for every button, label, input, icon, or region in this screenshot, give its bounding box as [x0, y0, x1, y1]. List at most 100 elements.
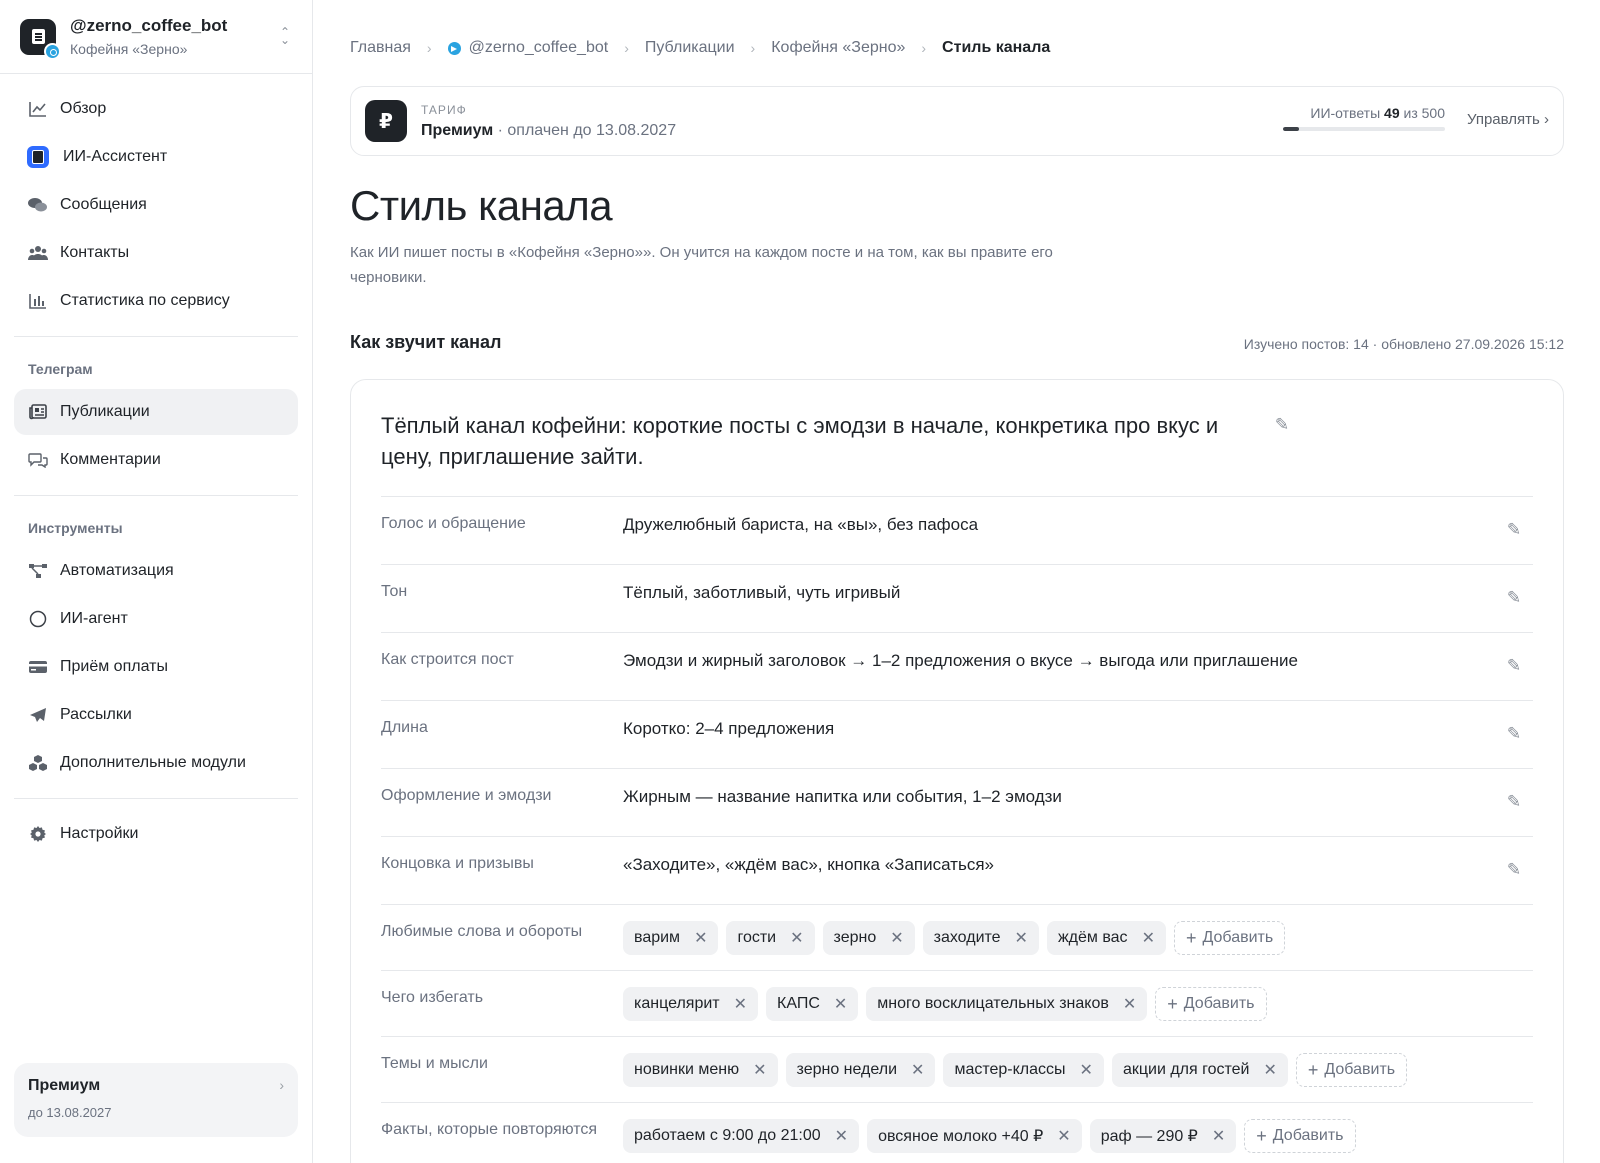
add-tag-button[interactable]: + Добавить [1155, 987, 1267, 1021]
breadcrumb-publications[interactable]: Публикации [645, 39, 735, 57]
close-icon[interactable]: ✕ [753, 1060, 766, 1080]
plan-title: Премиум [28, 1077, 101, 1094]
ai-usage-text: ИИ-ответы 49 из 500 [1283, 105, 1445, 121]
tag-chip[interactable]: работаем с 9:00 до 21:00 ✕ [623, 1119, 860, 1153]
close-icon[interactable]: ✕ [1212, 1126, 1225, 1146]
pencil-icon[interactable]: ✎ [1505, 725, 1523, 743]
sidebar-item-comments[interactable]: Комментарии [14, 437, 298, 483]
divider [14, 495, 298, 496]
sidebar-item-ai-assistant[interactable]: ИИ-Ассистент [14, 134, 298, 180]
tag-list: канцелярит ✕ КАПС ✕ много восклицательных зн… [623, 971, 1267, 1036]
breadcrumb-bot[interactable]: @zerno_coffee_bot [447, 39, 608, 57]
ai-usage-progress-fill [1283, 127, 1299, 131]
tag-label: заходите [933, 929, 1001, 946]
chevron-up-down-icon[interactable]: ⌃ ⌄ [280, 26, 290, 46]
style-row-label: Оформление и эмодзи [381, 787, 552, 804]
sidebar-nav-main: Обзор ИИ-Ассистент Сообщения Контакты Ст… [0, 74, 312, 324]
style-row: Голос и обращение Дружелюбный бариста, на… [381, 497, 1533, 565]
sidebar-item-broadcasts[interactable]: Рассылки [14, 692, 298, 738]
sidebar-item-statistics[interactable]: Статистика по сервису [14, 278, 298, 324]
chevron-right-icon: › [624, 40, 629, 56]
tag-list: новинки меню ✕ зерно недели ✕ мастер-классы ✕… [623, 1037, 1408, 1102]
tag-chip[interactable]: мастер-классы ✕ [943, 1053, 1104, 1087]
tag-chip[interactable]: зерно ✕ [822, 921, 915, 955]
tag-chip[interactable]: раф — 290 ₽ ✕ [1089, 1119, 1237, 1153]
close-icon[interactable]: ✕ [734, 994, 747, 1014]
pencil-icon[interactable]: ✎ [1505, 589, 1523, 607]
tag-chip[interactable]: ждём вас ✕ [1046, 921, 1166, 955]
chevron-right-icon: › [750, 40, 756, 56]
sidebar-item-messages[interactable]: Сообщения [14, 182, 298, 228]
pencil-icon[interactable]: ✎ [1505, 521, 1523, 539]
close-icon[interactable]: ✕ [1263, 1060, 1276, 1080]
close-icon[interactable]: ✕ [694, 928, 707, 948]
tag-chip[interactable]: гости ✕ [726, 921, 815, 955]
style-tag-row: Любимые слова и обороты варим ✕ гости ✕ зерно… [381, 905, 1533, 971]
tag-chip[interactable]: заходите ✕ [922, 921, 1039, 955]
ai-usage-progress [1283, 127, 1445, 131]
sidebar-item-automation[interactable]: Автоматизация [14, 548, 298, 594]
breadcrumb-channel[interactable]: Кофейня «Зерно» [771, 39, 905, 57]
add-tag-label: Добавить [1183, 995, 1255, 1012]
sidebar-section-tools: Инструменты [28, 520, 123, 536]
style-row: Как строится пост Эмодзи и жирный заголов… [381, 633, 1533, 701]
pencil-icon[interactable]: ✎ [1505, 861, 1523, 879]
section-meta: Изучено постов: 14 · обновлено 27.09.202… [1243, 336, 1564, 352]
tag-chip[interactable]: КАПС ✕ [766, 987, 859, 1021]
tag-label: канцелярит [634, 995, 720, 1012]
sidebar-item-ai-agent[interactable]: ИИ-агент [14, 596, 298, 642]
close-icon[interactable]: ✕ [1015, 928, 1028, 948]
chevron-right-icon: › [279, 1077, 284, 1093]
plan-card[interactable]: Премиум до 13.08.2027 › [14, 1063, 298, 1137]
style-row-label: Концовка и призывы [381, 855, 534, 872]
sidebar-item-overview[interactable]: Обзор [14, 86, 298, 132]
plus-icon: + [1167, 993, 1178, 1014]
close-icon[interactable]: ✕ [835, 1126, 848, 1146]
sidebar-item-payments[interactable]: Приём оплаты [14, 644, 298, 690]
pencil-icon[interactable]: ✎ [1273, 416, 1291, 434]
tag-label: овсяное молоко +40 ₽ [878, 1128, 1044, 1145]
tag-chip[interactable]: канцелярит ✕ [623, 987, 759, 1021]
add-tag-button[interactable]: + Добавить [1295, 1053, 1408, 1087]
circle-icon [28, 609, 48, 629]
close-icon[interactable]: ✕ [1142, 928, 1155, 948]
style-row-label: Голос и обращение [381, 515, 526, 532]
tag-chip[interactable]: зерно недели ✕ [785, 1053, 936, 1087]
close-icon[interactable]: ✕ [1123, 994, 1136, 1014]
breadcrumb: Главная › @zerno_coffee_bot › Публикации… [350, 0, 1564, 96]
tag-chip[interactable]: новинки меню ✕ [623, 1053, 778, 1087]
tag-label: зерно недели [796, 1061, 898, 1078]
tag-chip[interactable]: много восклицательных знаков ✕ [866, 987, 1148, 1021]
pencil-icon[interactable]: ✎ [1505, 793, 1523, 811]
add-tag-button[interactable]: + Добавить [1173, 921, 1286, 955]
sidebar-nav-tools: Автоматизация ИИ-агент Приём оплаты Расс… [0, 548, 312, 786]
sidebar-item-label: ИИ-агент [60, 610, 128, 627]
close-icon[interactable]: ✕ [790, 928, 803, 948]
pencil-icon[interactable]: ✎ [1505, 657, 1523, 675]
sidebar-item-contacts[interactable]: Контакты [14, 230, 298, 276]
ai-usage-limit: из 500 [1399, 105, 1445, 121]
close-icon[interactable]: ✕ [911, 1060, 924, 1080]
close-icon[interactable]: ✕ [1057, 1126, 1070, 1146]
close-icon[interactable]: ✕ [834, 994, 847, 1014]
bot-name: @zerno_coffee_bot [70, 16, 228, 35]
tag-chip[interactable]: акции для гостей ✕ [1111, 1053, 1288, 1087]
sidebar-item-settings[interactable]: Настройки [14, 811, 298, 857]
close-icon[interactable]: ✕ [1080, 1060, 1093, 1080]
bot-switcher[interactable]: @zerno_coffee_bot Кофейня «Зерно» ⌃ ⌄ [0, 0, 312, 74]
manage-tariff-link[interactable]: Управлять › [1467, 111, 1549, 128]
ai-usage: ИИ-ответы 49 из 500 [1283, 105, 1445, 131]
breadcrumb-home[interactable]: Главная [350, 39, 411, 57]
tag-chip[interactable]: варим ✕ [623, 921, 719, 955]
style-row-value: Коротко: 2–4 предложения [623, 719, 835, 738]
chat-bubbles-icon [28, 195, 48, 215]
sidebar-item-label: ИИ-Ассистент [63, 148, 168, 165]
breadcrumb-current: Стиль канала [942, 39, 1051, 56]
tag-chip[interactable]: овсяное молоко +40 ₽ ✕ [867, 1119, 1082, 1153]
style-row-label: Темы и мысли [381, 1055, 488, 1072]
sidebar-item-publications[interactable]: Публикации [14, 389, 298, 435]
gear-icon [28, 824, 48, 844]
sidebar-item-modules[interactable]: Дополнительные модули [14, 740, 298, 786]
add-tag-button[interactable]: + Добавить [1244, 1119, 1356, 1153]
close-icon[interactable]: ✕ [890, 928, 903, 948]
